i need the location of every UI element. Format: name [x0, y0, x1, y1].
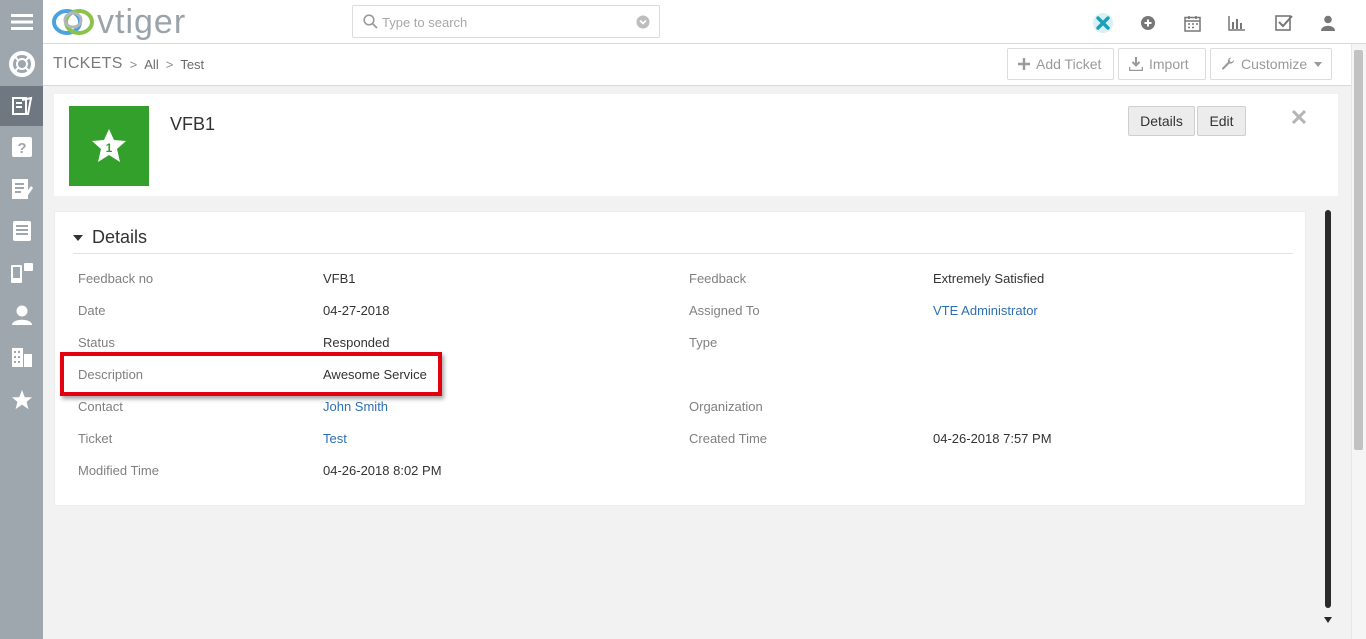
field-label-created-time: Created Time [689, 431, 768, 446]
tasks-check-icon[interactable] [1272, 11, 1296, 35]
reports-chart-icon[interactable] [1225, 11, 1249, 35]
field-value-feedback-no: VFB1 [323, 271, 356, 286]
field-value-created-time: 04-26-2018 7:57 PM [933, 431, 1052, 446]
chevron-right-icon: > [165, 56, 174, 72]
add-ticket-label: Add Ticket [1036, 56, 1102, 72]
field-label-status: Status [78, 335, 115, 350]
breadcrumb-item-test[interactable]: Test [180, 57, 204, 72]
svg-text:1: 1 [106, 141, 113, 155]
breadcrumb: TICKETS > All > Test [53, 55, 204, 73]
caret-down-icon[interactable] [73, 234, 83, 241]
description-highlight-box [60, 352, 442, 396]
field-value-status: Responded [323, 335, 390, 350]
tickets-icon[interactable] [0, 86, 43, 126]
details-button[interactable]: Details [1128, 106, 1195, 136]
field-value-date: 04-27-2018 [323, 303, 390, 318]
top-bar: vtiger Type to search [43, 0, 1366, 44]
calendar-icon[interactable] [1180, 11, 1204, 35]
page-scrollbar-thumb[interactable] [1354, 50, 1363, 450]
menu-icon[interactable] [0, 2, 43, 42]
wrench-icon [1221, 57, 1235, 71]
notes-icon[interactable] [0, 169, 43, 209]
field-value-assigned-to[interactable]: VTE Administrator [933, 303, 1038, 318]
field-value-ticket[interactable]: Test [323, 431, 347, 446]
breadcrumb-bar: TICKETS > All > Test Add Ticket Import C… [43, 44, 1351, 86]
field-value-contact[interactable]: John Smith [323, 399, 388, 414]
close-icon[interactable] [1291, 109, 1307, 129]
contacts-icon[interactable] [0, 295, 43, 335]
user-icon[interactable] [1316, 11, 1340, 35]
field-label-type: Type [689, 335, 718, 350]
field-label-organization: Organization [689, 399, 763, 414]
chevron-down-icon[interactable] [636, 15, 650, 34]
field-label-contact: Contact [78, 399, 123, 414]
record-header: 1 VFB1 Details Edit [54, 94, 1338, 196]
logo-swirl-icon [52, 9, 94, 35]
customize-button[interactable]: Customize [1210, 48, 1332, 80]
logo-text: vtiger [97, 2, 187, 41]
support-lifebuoy-icon[interactable] [0, 44, 43, 84]
caret-down-icon [1314, 61, 1323, 67]
star-badge-icon: 1 [92, 129, 126, 162]
download-icon [1129, 57, 1143, 71]
left-sidebar: ? [0, 0, 43, 639]
search-placeholder: Type to search [382, 15, 468, 30]
import-button[interactable]: Import [1118, 48, 1206, 80]
customize-label: Customize [1241, 56, 1308, 72]
import-label: Import [1149, 56, 1189, 72]
field-value-feedback: Extremely Satisfied [933, 271, 1045, 286]
scroll-down-arrow-icon[interactable] [1324, 610, 1332, 628]
vte-x-icon[interactable] [1091, 11, 1115, 35]
faq-icon[interactable]: ? [0, 127, 43, 167]
edit-button[interactable]: Edit [1197, 106, 1246, 136]
add-circle-icon[interactable] [1136, 11, 1160, 35]
organizations-icon[interactable] [0, 337, 43, 377]
vtiger-logo[interactable]: vtiger [51, 3, 186, 41]
search-input[interactable]: Type to search [352, 5, 660, 38]
record-avatar: 1 [69, 106, 149, 186]
breadcrumb-item-all[interactable]: All [144, 57, 158, 72]
search-icon [363, 14, 378, 34]
field-label-modified-time: Modified Time [78, 463, 159, 478]
feedback-star-icon[interactable] [0, 380, 43, 420]
add-ticket-button[interactable]: Add Ticket [1007, 48, 1114, 80]
field-label-ticket: Ticket [78, 431, 113, 446]
field-label-feedback: Feedback [689, 271, 747, 286]
breadcrumb-module[interactable]: TICKETS [53, 55, 123, 73]
field-value-modified-time: 04-26-2018 8:02 PM [323, 463, 442, 478]
field-label-assigned-to: Assigned To [689, 303, 760, 318]
field-label-feedback-no: Feedback no [78, 271, 154, 286]
record-title: VFB1 [170, 114, 216, 134]
documents-icon[interactable] [0, 211, 43, 251]
details-header[interactable]: Details [73, 222, 1293, 254]
field-label-date: Date [78, 303, 106, 318]
messages-icon[interactable] [0, 253, 43, 293]
content-scrollbar[interactable] [1325, 210, 1331, 608]
chevron-right-icon: > [129, 56, 138, 72]
svg-text:?: ? [17, 140, 26, 157]
details-title: Details [92, 227, 148, 247]
plus-icon [1018, 58, 1030, 70]
